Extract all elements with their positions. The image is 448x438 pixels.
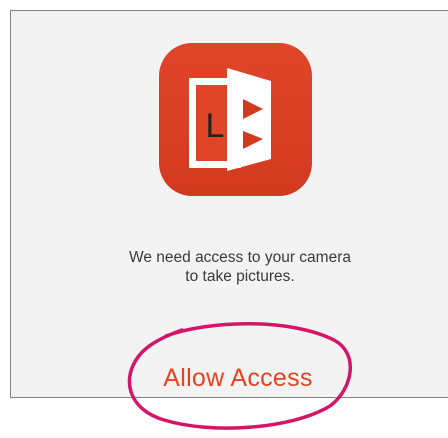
app-icon-letter: L	[206, 107, 225, 145]
message-line-2: to take pictures.	[185, 268, 295, 285]
office-lens-app-icon: L	[159, 43, 312, 196]
allow-access-label: Allow Access	[163, 364, 313, 392]
camera-permission-message: We need access to your camera to take pi…	[60, 248, 420, 286]
message-line-1: We need access to your camera	[129, 249, 351, 266]
allow-access-button[interactable]: Allow Access	[126, 322, 350, 434]
office-lens-icon: L	[189, 68, 271, 171]
